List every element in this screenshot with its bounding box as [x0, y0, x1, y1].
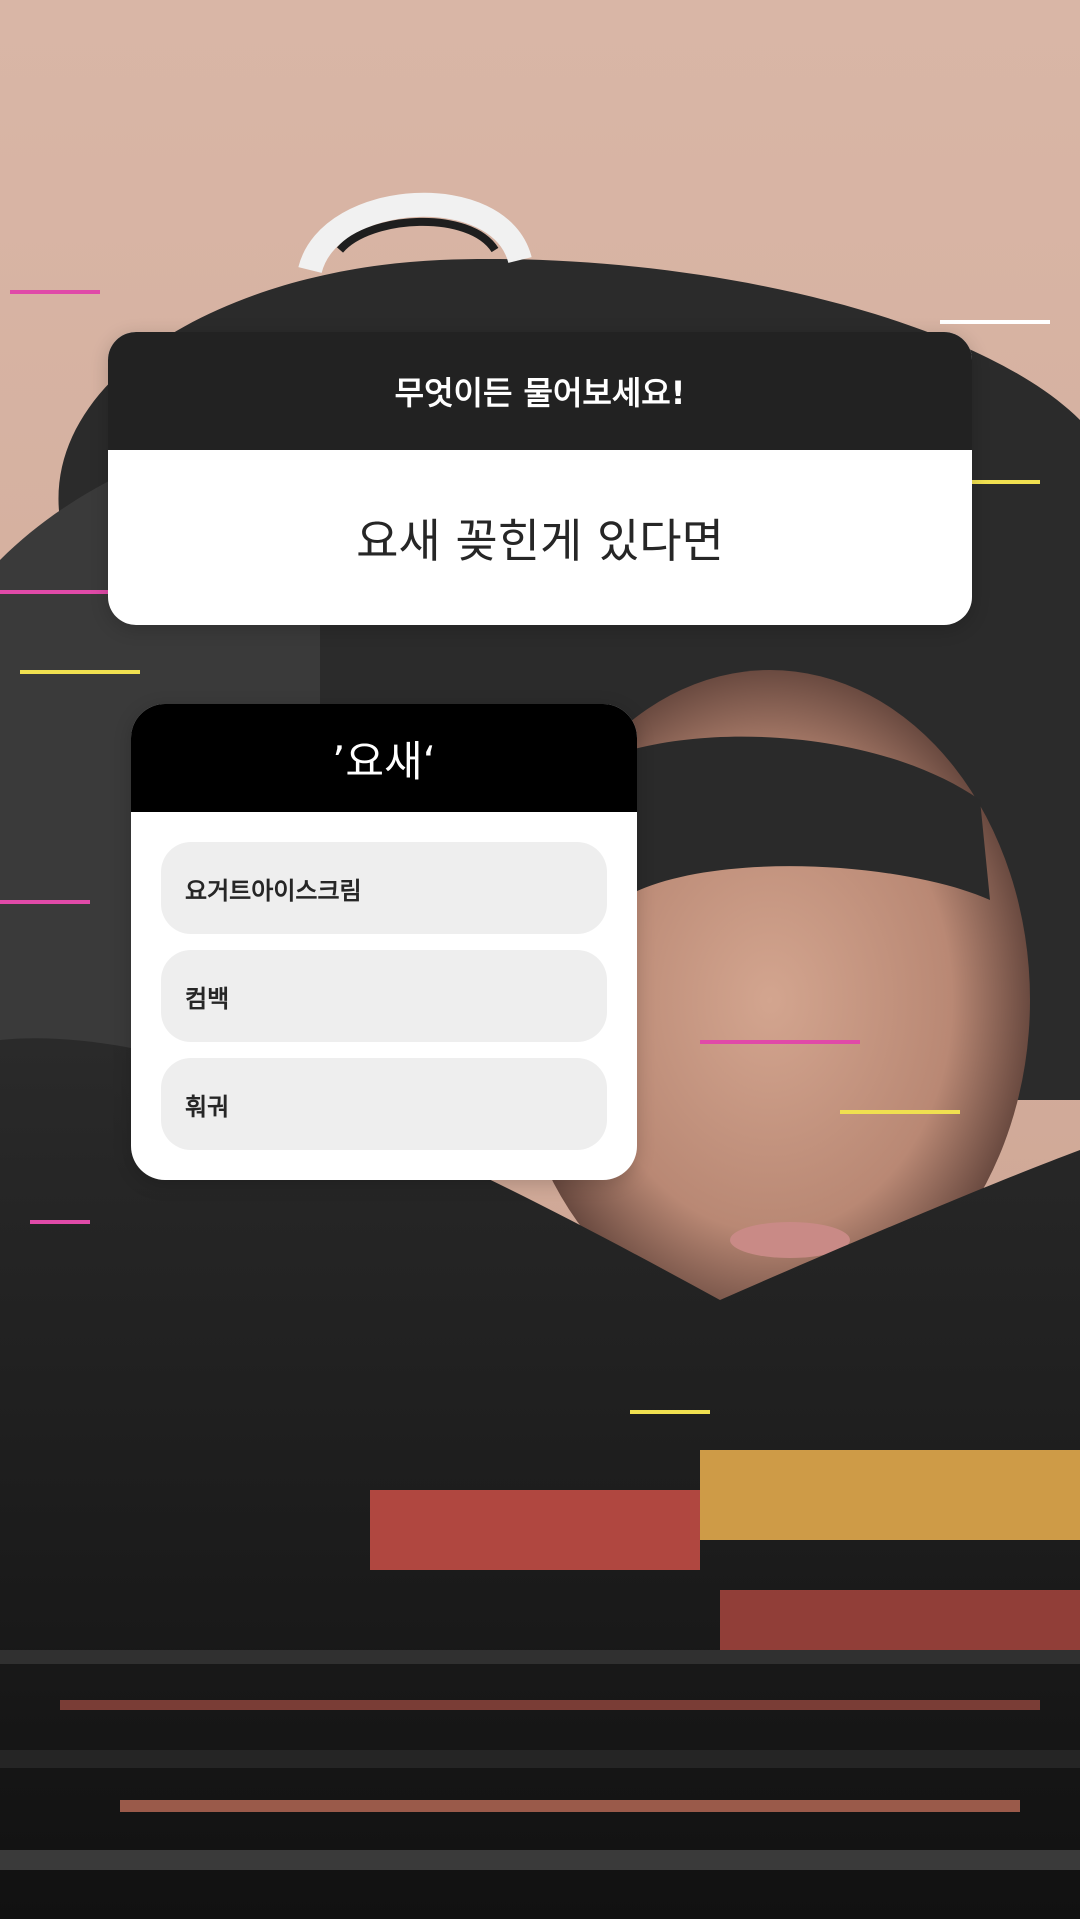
poll-option[interactable]: 요거트아이스크림 — [161, 842, 607, 934]
poll-option[interactable]: 훠궈 — [161, 1058, 607, 1150]
poll-option[interactable]: 컴백 — [161, 950, 607, 1042]
question-sticker-header: 무엇이든 물어보세요! — [108, 332, 972, 450]
question-sticker[interactable]: 무엇이든 물어보세요! 요새 꽂힌게 있다면 — [108, 332, 972, 625]
question-sticker-question: 요새 꽂힌게 있다면 — [356, 513, 724, 568]
story-canvas: 무엇이든 물어보세요! 요새 꽂힌게 있다면 ’요새‘ 요거트아이스크림 컴백 … — [0, 0, 1080, 1919]
poll-sticker: ’요새‘ 요거트아이스크림 컴백 훠궈 — [131, 704, 637, 1180]
poll-sticker-title: ’요새‘ — [131, 704, 637, 812]
poll-options: 요거트아이스크림 컴백 훠궈 — [131, 812, 637, 1150]
